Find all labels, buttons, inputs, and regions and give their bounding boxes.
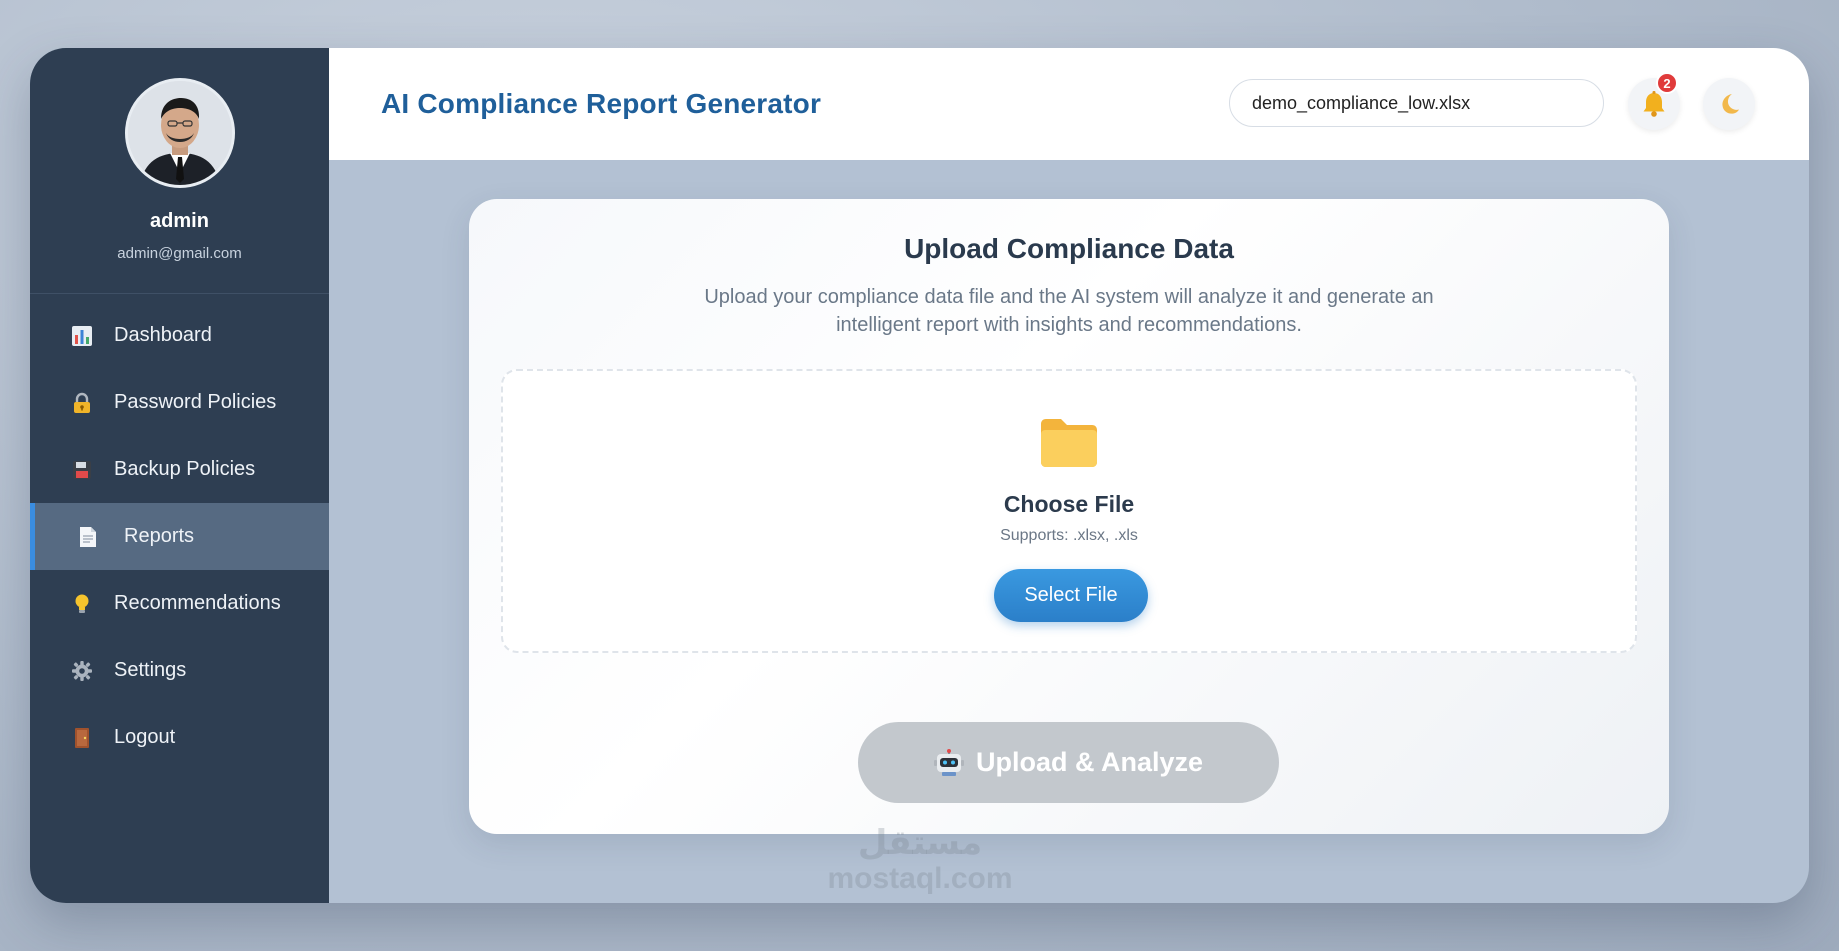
notifications-button[interactable]: 2 [1628, 72, 1680, 130]
sidebar-item-label: Recommendations [114, 592, 281, 614]
upload-title: Upload Compliance Data [904, 233, 1234, 264]
user-name: admin [150, 210, 209, 232]
avatar-image [127, 81, 232, 185]
user-profile: admin admin@gmail.com [30, 48, 329, 294]
upload-analyze-button[interactable]: Upload & Analyze [858, 722, 1279, 803]
lock-icon [70, 391, 94, 415]
sidebar-item-label: Backup Policies [114, 458, 256, 480]
sidebar-item-settings[interactable]: Settings [30, 637, 329, 704]
gear-icon [70, 659, 94, 683]
sidebar-nav: Dashboard Password Policies Backup Polic… [30, 302, 329, 771]
app-window: admin admin@gmail.com Dashboard Password… [30, 48, 1809, 903]
sidebar-item-logout[interactable]: Logout [30, 704, 329, 771]
document-icon [76, 525, 100, 549]
sidebar-item-reports[interactable]: Reports [30, 503, 329, 570]
sidebar-item-label: Dashboard [114, 324, 212, 346]
page-title: AI Compliance Report Generator [381, 88, 822, 119]
sidebar-item-label: Logout [114, 726, 176, 748]
sidebar-item-label: Password Policies [114, 391, 277, 413]
watermark-arabic: مستقل [857, 824, 983, 862]
choose-file-label: Choose File [1003, 491, 1135, 517]
upload-analyze-label: Upload & Analyze [975, 747, 1204, 777]
search-input[interactable] [1229, 79, 1604, 127]
upload-description: Upload your compliance data file and the… [704, 286, 1434, 336]
folder-icon [1038, 415, 1100, 474]
sidebar-item-label: Settings [114, 659, 187, 681]
theme-toggle-button[interactable] [1703, 78, 1755, 130]
bell-icon [1643, 91, 1665, 117]
main-content: AI Compliance Report Generator 2 Upload … [329, 48, 1809, 903]
notification-badge: 2 [1656, 72, 1678, 94]
lightbulb-icon [70, 592, 94, 616]
upload-card: Upload Compliance Data Upload your compl… [469, 199, 1669, 834]
user-email: admin@gmail.com [117, 245, 242, 262]
sidebar-item-backup-policies[interactable]: Backup Policies [30, 436, 329, 503]
select-file-button[interactable]: Select File [994, 569, 1148, 622]
moon-icon [1722, 94, 1739, 114]
sidebar: admin admin@gmail.com Dashboard Password… [30, 48, 329, 903]
robot-icon [933, 748, 964, 777]
avatar [124, 78, 235, 188]
bar-chart-icon [70, 324, 94, 348]
file-dropzone[interactable]: Choose File Supports: .xlsx, .xls Select… [501, 369, 1637, 653]
top-bar: AI Compliance Report Generator 2 [329, 48, 1809, 160]
watermark: مستقل mostaql.com [800, 825, 1040, 897]
sidebar-item-recommendations[interactable]: Recommendations [30, 570, 329, 637]
watermark-latin: mostaql.com [827, 862, 1013, 895]
floppy-disk-icon [70, 458, 94, 482]
supported-formats: Supports: .xlsx, .xls [1000, 527, 1138, 544]
sidebar-item-label: Reports [124, 525, 195, 547]
sidebar-item-password-policies[interactable]: Password Policies [30, 369, 329, 436]
door-icon [70, 726, 94, 750]
sidebar-item-dashboard[interactable]: Dashboard [30, 302, 329, 369]
